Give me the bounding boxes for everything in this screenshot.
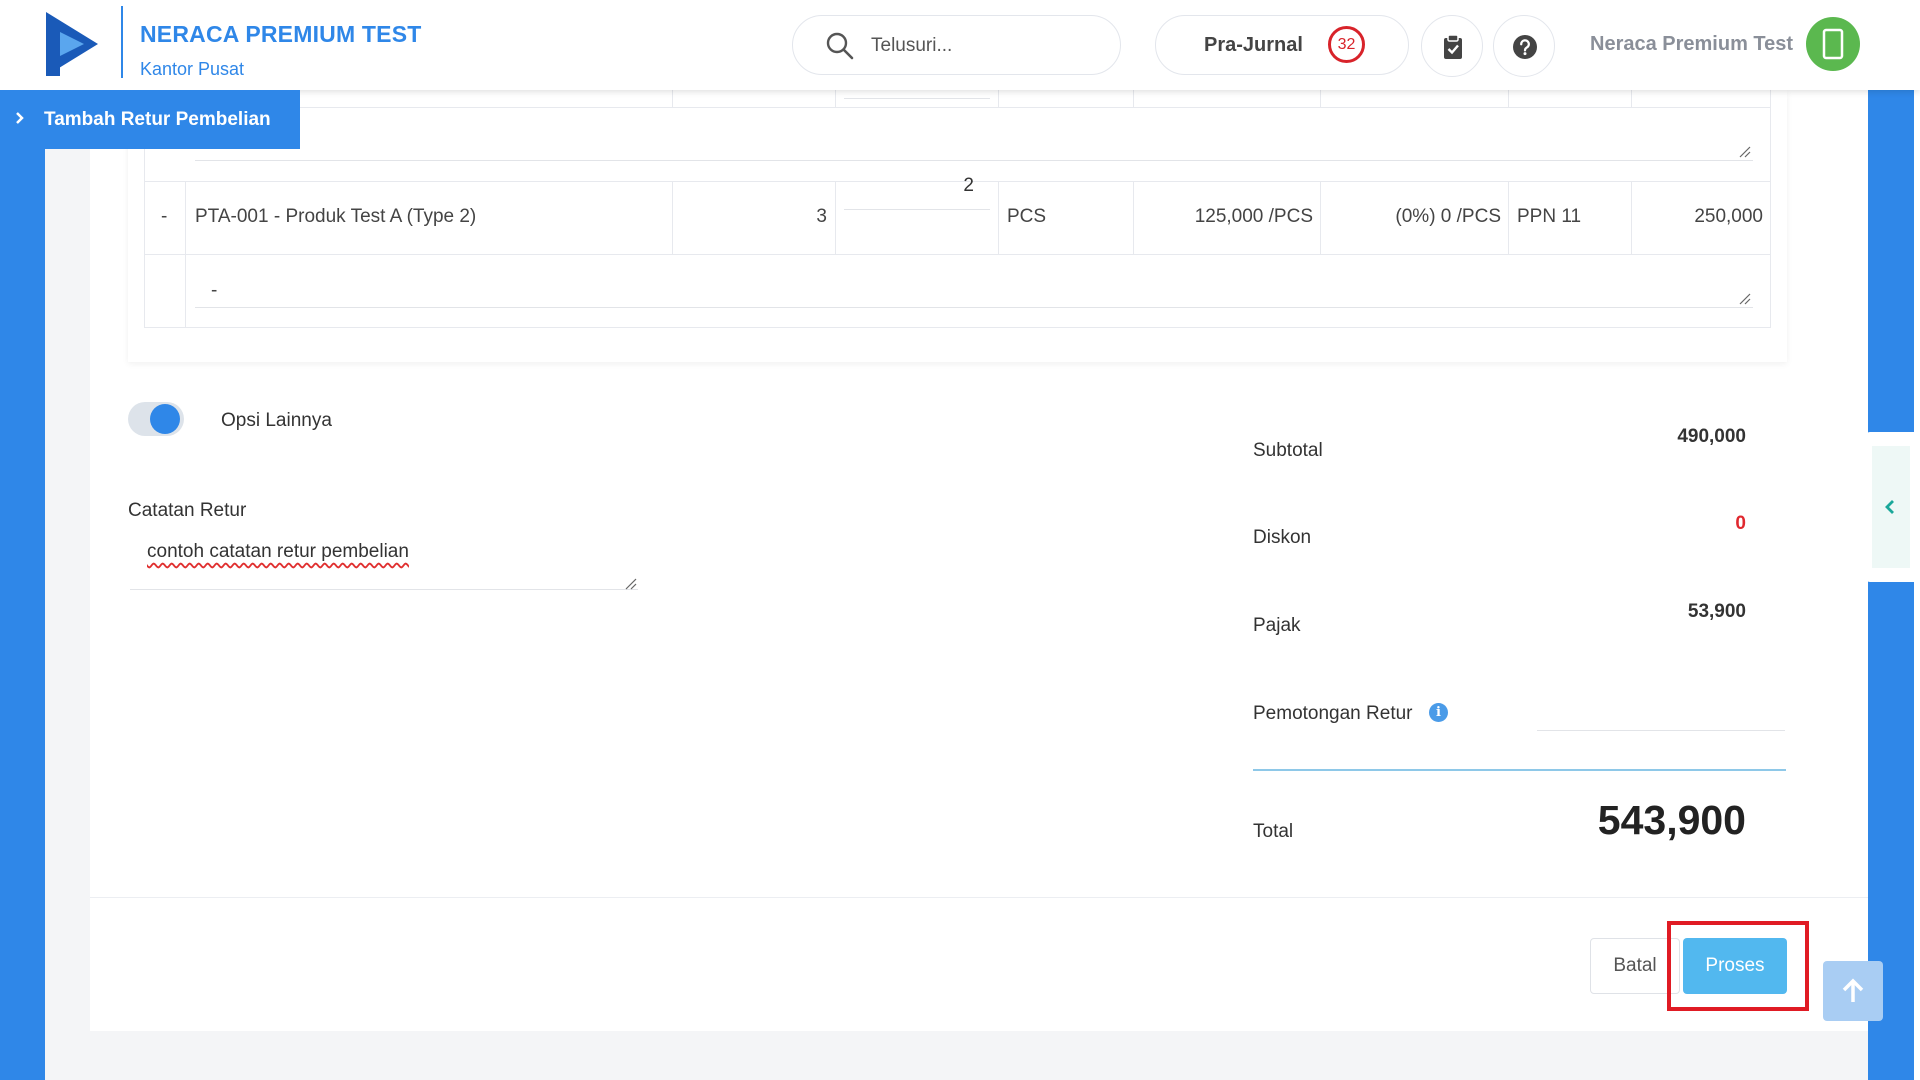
table-col-divider bbox=[185, 181, 186, 328]
table-col-divider bbox=[835, 181, 836, 254]
resize-grip-icon[interactable] bbox=[1739, 293, 1751, 305]
arrow-up-icon bbox=[1842, 978, 1864, 1002]
subtotal-label: Subtotal bbox=[1253, 440, 1323, 461]
search-input[interactable] bbox=[871, 32, 1101, 60]
pra-jurnal-button[interactable]: Pra-Jurnal 32 bbox=[1155, 15, 1409, 75]
table-row-divider bbox=[145, 254, 1770, 255]
neraca-logo-icon[interactable] bbox=[46, 12, 98, 76]
table-col-divider bbox=[835, 90, 836, 107]
footer-divider bbox=[90, 897, 1868, 898]
side-panel-toggle[interactable] bbox=[1866, 432, 1914, 582]
table-col-divider bbox=[1508, 90, 1509, 107]
item-tax: PPN 11 bbox=[1517, 206, 1582, 227]
tax-label: Pajak bbox=[1253, 615, 1301, 636]
items-table: - PTA-001 - Produk Test A (Type 2) 3 PCS… bbox=[144, 90, 1771, 328]
resize-grip-icon[interactable] bbox=[1739, 146, 1751, 158]
top-header: NERACA PREMIUM TEST Kantor Pusat Pra-Jur… bbox=[0, 0, 1920, 90]
company-name[interactable]: NERACA PREMIUM TEST bbox=[140, 21, 422, 48]
toggle-knob bbox=[150, 404, 180, 434]
question-circle-icon bbox=[1513, 35, 1537, 59]
catatan-retur-label: Catatan Retur bbox=[128, 500, 247, 521]
table-row-divider bbox=[145, 107, 1770, 108]
total-divider bbox=[1253, 769, 1786, 771]
product-name: PTA-001 - Produk Test A (Type 2) bbox=[195, 206, 477, 227]
qty-available: 3 bbox=[816, 206, 827, 227]
row-remove-dash[interactable]: - bbox=[161, 206, 167, 228]
brand-divider bbox=[121, 6, 123, 78]
chevron-right-icon bbox=[16, 112, 24, 124]
previous-qty-input-underline bbox=[844, 98, 990, 99]
clipboard-check-icon bbox=[1444, 34, 1462, 59]
help-button[interactable] bbox=[1493, 15, 1555, 77]
table-col-divider bbox=[1320, 90, 1321, 107]
opsi-lainnya-toggle[interactable] bbox=[128, 402, 184, 436]
unit-price: 125,000 /PCS bbox=[1194, 206, 1313, 227]
total-value: 543,900 bbox=[1597, 797, 1746, 843]
highlight-box bbox=[1667, 921, 1809, 1011]
discount-label: Diskon bbox=[1253, 527, 1312, 548]
user-name[interactable]: Neraca Premium Test bbox=[1590, 33, 1793, 56]
opsi-lainnya-label: Opsi Lainnya bbox=[221, 410, 332, 431]
branch-name[interactable]: Kantor Pusat bbox=[140, 59, 244, 80]
table-col-divider bbox=[1508, 181, 1509, 254]
page-tab-label: Tambah Retur Pembelian bbox=[44, 109, 271, 130]
chevron-left-icon bbox=[1885, 500, 1894, 514]
items-table-card: - PTA-001 - Produk Test A (Type 2) 3 PCS… bbox=[128, 90, 1787, 362]
pra-jurnal-count-badge: 32 bbox=[1328, 26, 1365, 63]
item-note-textarea[interactable]: - bbox=[195, 256, 1753, 308]
subtotal-value: 490,000 bbox=[1677, 426, 1746, 447]
unit: PCS bbox=[1007, 206, 1047, 227]
tax-value: 53,900 bbox=[1687, 601, 1746, 622]
total-label: Total bbox=[1253, 821, 1294, 842]
table-col-divider bbox=[998, 90, 999, 107]
table-col-divider bbox=[998, 181, 999, 254]
scroll-to-top-button[interactable] bbox=[1823, 961, 1883, 1021]
right-panel-strip bbox=[1868, 90, 1914, 1080]
previous-item-note-textarea[interactable] bbox=[195, 110, 1753, 161]
info-icon[interactable]: i bbox=[1429, 703, 1448, 722]
clipboard-button[interactable] bbox=[1421, 15, 1483, 77]
user-avatar[interactable] bbox=[1806, 17, 1860, 71]
return-qty-input[interactable] bbox=[844, 162, 990, 210]
table-col-divider bbox=[1133, 90, 1134, 107]
right-edge bbox=[1914, 0, 1920, 1080]
item-discount: (0%) 0 /PCS bbox=[1395, 206, 1501, 227]
return-deduction-label: Pemotongan Retur bbox=[1253, 703, 1413, 724]
return-deduction-input[interactable] bbox=[1537, 690, 1785, 731]
page-tab-tambah-retur[interactable]: Tambah Retur Pembelian bbox=[0, 90, 300, 149]
catatan-retur-textarea[interactable]: contoh catatan retur pembelian bbox=[130, 530, 638, 590]
table-col-divider bbox=[1631, 90, 1632, 107]
table-col-divider bbox=[672, 90, 673, 107]
resize-grip-icon[interactable] bbox=[625, 578, 637, 590]
pra-jurnal-label: Pra-Jurnal bbox=[1204, 34, 1303, 56]
mobile-phone-icon bbox=[1822, 28, 1844, 60]
search-icon bbox=[826, 32, 854, 60]
content-area: - PTA-001 - Produk Test A (Type 2) 3 PCS… bbox=[45, 90, 1868, 1080]
item-amount: 250,000 bbox=[1694, 206, 1763, 227]
discount-value: 0 bbox=[1735, 513, 1746, 534]
search-box[interactable] bbox=[792, 15, 1121, 75]
